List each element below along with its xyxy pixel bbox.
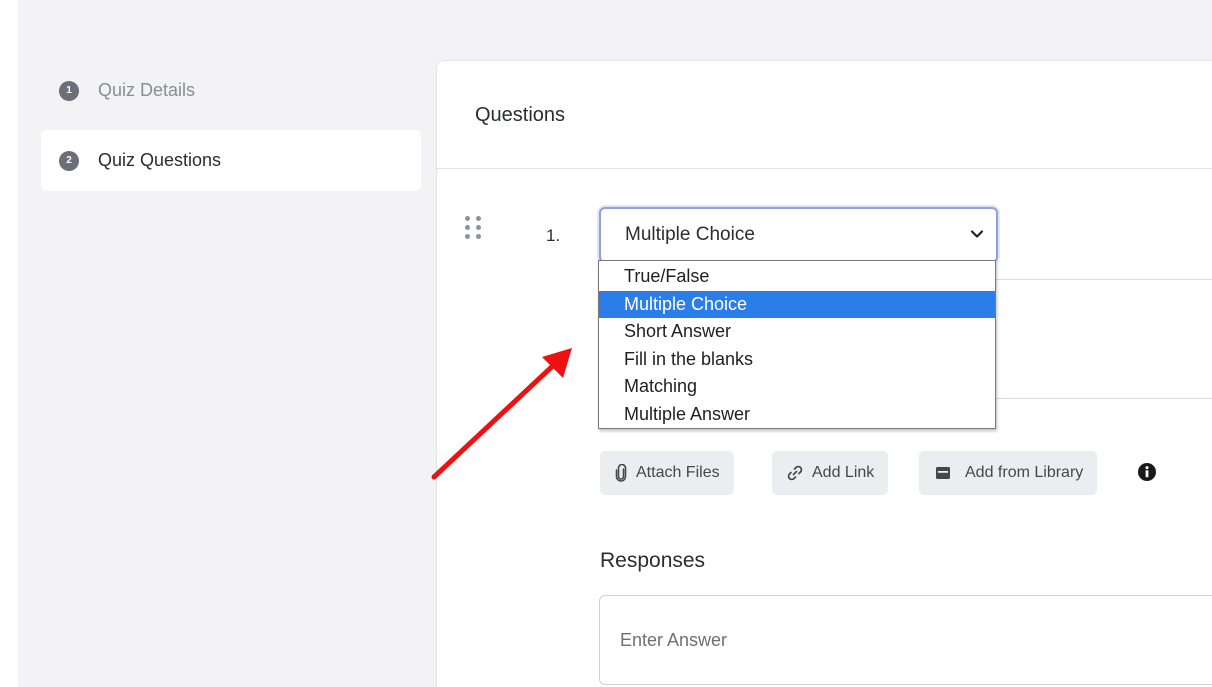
question-type-dropdown[interactable]: True/False Multiple Choice Short Answer … — [598, 260, 996, 429]
chevron-down-icon — [970, 230, 984, 238]
add-from-library-label: Add from Library — [965, 464, 1084, 481]
option-multiple-choice[interactable]: Multiple Choice — [599, 290, 995, 318]
info-icon[interactable] — [1137, 462, 1157, 482]
card-header: Questions — [437, 61, 1212, 169]
answer-input[interactable]: Enter Answer — [599, 595, 1212, 685]
card-title: Questions — [475, 104, 566, 126]
paperclip-icon — [615, 464, 627, 482]
step-label: Quiz Details — [98, 80, 196, 100]
add-from-library-button[interactable]: Add from Library — [919, 451, 1098, 495]
step-number: 1 — [59, 80, 79, 101]
question-type-select[interactable]: Multiple Choice — [599, 207, 998, 263]
option-matching[interactable]: Matching — [599, 373, 995, 401]
step-quiz-details[interactable]: 1 Quiz Details — [41, 60, 421, 121]
question-type-value: Multiple Choice — [625, 224, 755, 245]
link-icon — [787, 465, 803, 481]
answer-placeholder: Enter Answer — [620, 629, 728, 650]
add-link-button[interactable]: Add Link — [772, 451, 889, 495]
step-number: 2 — [59, 150, 79, 171]
attach-files-label: Attach Files — [636, 464, 720, 481]
option-short-answer[interactable]: Short Answer — [599, 318, 995, 346]
drag-handle-icon[interactable] — [465, 216, 485, 250]
step-quiz-questions[interactable]: 2 Quiz Questions — [41, 130, 421, 191]
add-link-label: Add Link — [812, 464, 875, 481]
option-true-false[interactable]: True/False — [599, 263, 995, 291]
option-multiple-answer[interactable]: Multiple Answer — [599, 401, 995, 429]
step-label: Quiz Questions — [98, 150, 222, 170]
responses-title: Responses — [600, 549, 706, 572]
library-icon — [936, 467, 950, 479]
attach-files-button[interactable]: Attach Files — [600, 451, 734, 495]
question-number: 1. — [546, 226, 561, 245]
annotation-arrow-icon — [431, 348, 572, 480]
option-fill-in-the-blanks[interactable]: Fill in the blanks — [599, 346, 995, 374]
